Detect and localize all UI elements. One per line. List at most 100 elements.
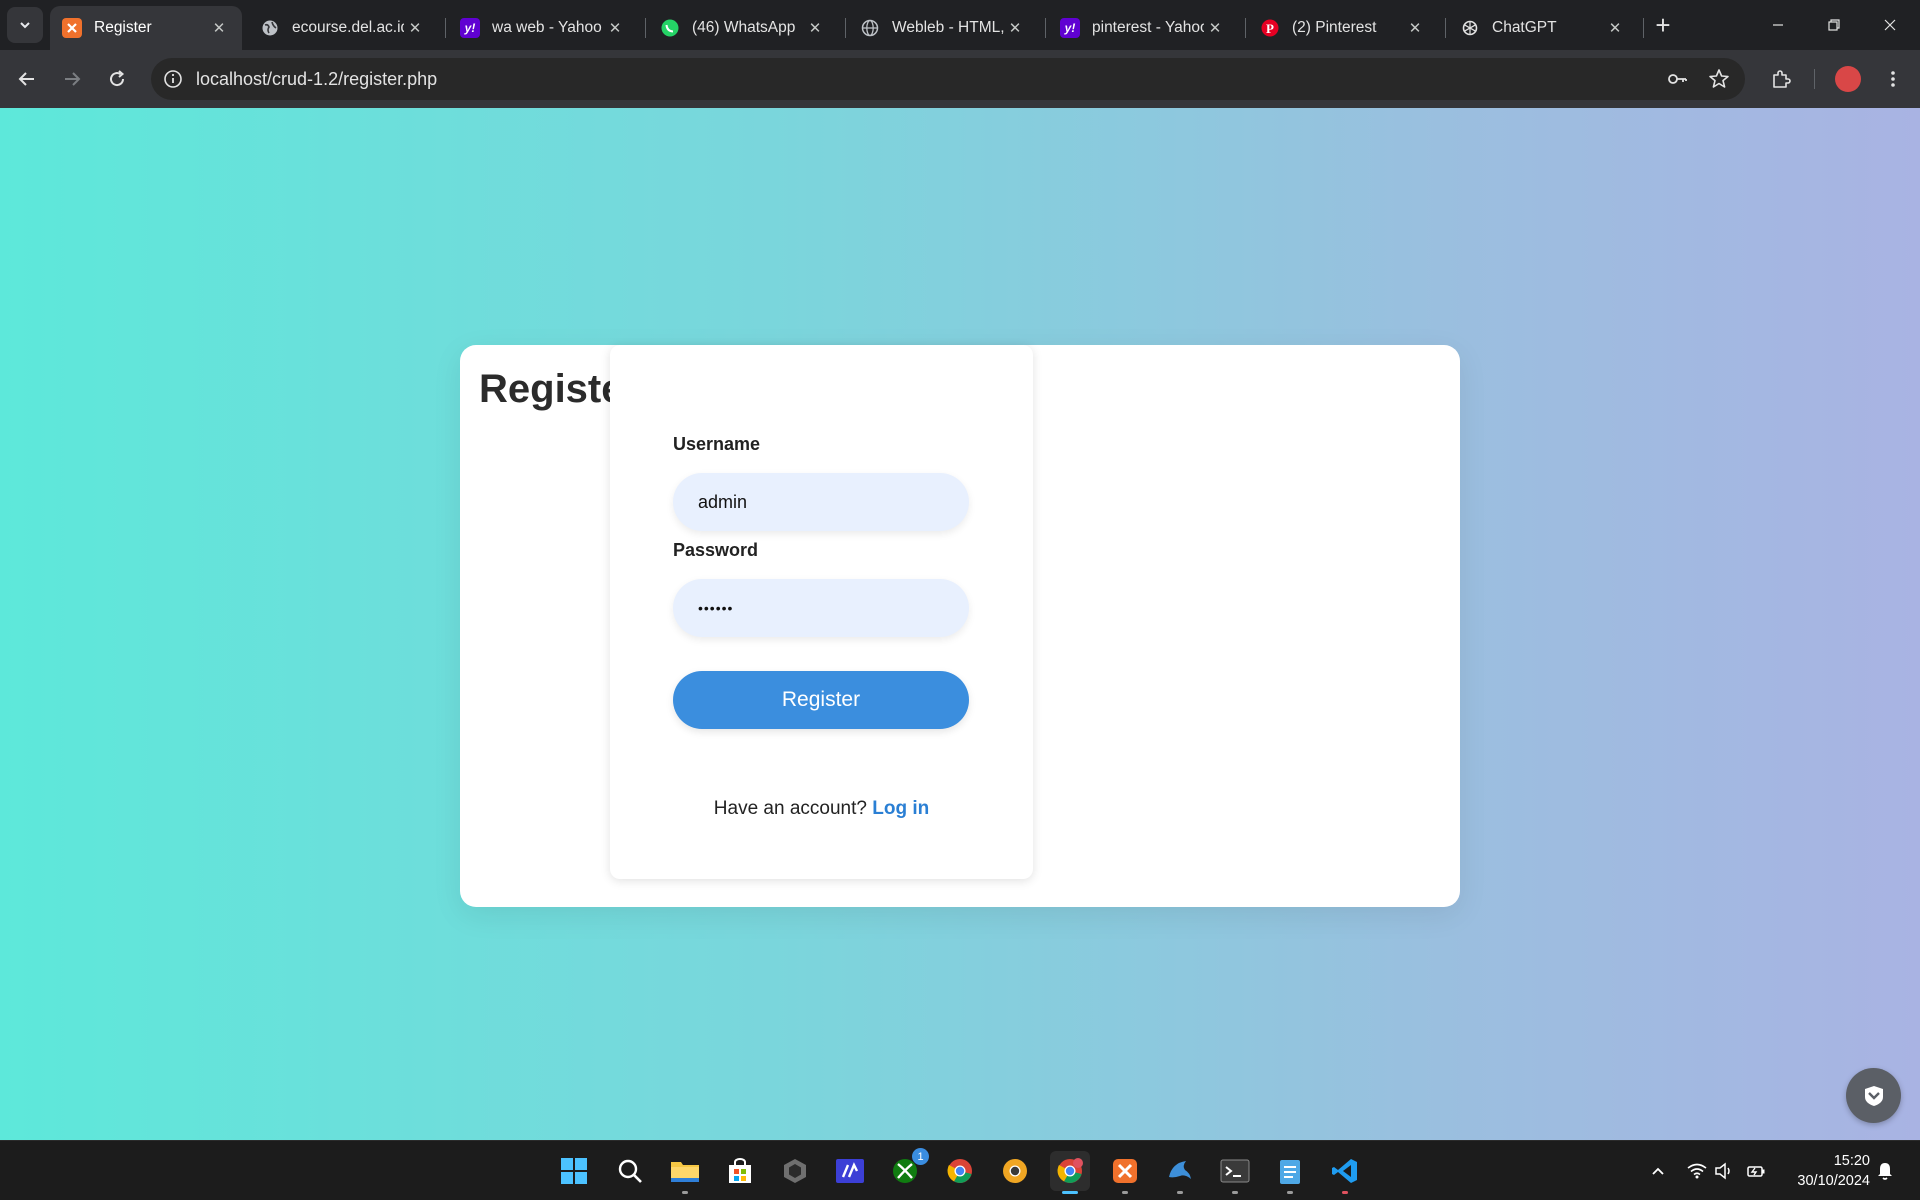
close-icon[interactable]: ✕	[804, 17, 826, 39]
terminal-icon[interactable]	[1215, 1151, 1255, 1194]
register-button[interactable]: Register	[673, 671, 969, 729]
close-icon[interactable]: ✕	[1604, 17, 1626, 39]
page-title: Registe	[479, 367, 624, 411]
star-icon[interactable]	[1707, 67, 1731, 91]
running-indicator	[1122, 1191, 1128, 1194]
clock-time: 15:20	[1833, 1153, 1870, 1169]
close-icon[interactable]: ✕	[1404, 17, 1426, 39]
password-label: Password	[673, 540, 759, 560]
restore-button[interactable]	[1806, 0, 1862, 50]
login-link[interactable]: Log in	[872, 798, 929, 819]
tab-register[interactable]: Register ✕	[50, 6, 242, 50]
tab-title: (2) Pinterest	[1292, 19, 1377, 36]
minimize-button[interactable]	[1750, 0, 1806, 50]
floating-extension-button[interactable]	[1846, 1068, 1901, 1123]
new-tab-button[interactable]: +	[1648, 10, 1678, 40]
tab-search-button[interactable]	[7, 7, 43, 43]
tab-divider	[445, 18, 446, 38]
menu-button[interactable]	[1875, 61, 1911, 97]
xampp-icon[interactable]	[1105, 1151, 1145, 1194]
wifi-icon[interactable]	[1686, 1160, 1708, 1182]
notification-badge: 1	[912, 1148, 929, 1165]
close-icon[interactable]: ✕	[208, 17, 230, 39]
tab-title: Webleb - HTML,	[892, 19, 1004, 36]
search-icon[interactable]	[610, 1151, 650, 1191]
key-icon[interactable]	[1665, 67, 1689, 91]
url-text[interactable]: localhost/crud-1.2/register.php	[196, 69, 437, 90]
svg-text:P: P	[1266, 21, 1274, 36]
tab-title: (46) WhatsApp	[692, 19, 796, 36]
battery-icon[interactable]	[1745, 1160, 1767, 1182]
microsoft-store-icon[interactable]	[720, 1151, 760, 1191]
username-input[interactable]: admin	[673, 473, 969, 531]
tab-yahoo-wa[interactable]: y! wa web - Yahoo S ✕	[448, 6, 638, 50]
tab-divider	[645, 18, 646, 38]
extensions-button[interactable]	[1763, 61, 1799, 97]
tab-ecourse[interactable]: ecourse.del.ac.id ✕	[248, 6, 438, 50]
address-bar[interactable]: localhost/crud-1.2/register.php	[151, 58, 1745, 100]
windows-start-icon[interactable]	[554, 1151, 594, 1191]
vscode-icon[interactable]	[1325, 1151, 1365, 1194]
yahoo-icon: y!	[1060, 18, 1080, 38]
mysql-workbench-icon[interactable]	[1160, 1151, 1200, 1194]
minimize-icon	[1773, 24, 1783, 26]
reload-button[interactable]	[99, 61, 135, 97]
tab-divider	[1245, 18, 1246, 38]
clock-date: 30/10/2024	[1797, 1173, 1870, 1189]
register-form: Username admin Password •••••• Register …	[610, 345, 1033, 879]
chrome-icon[interactable]	[940, 1151, 980, 1191]
globe-icon	[260, 18, 280, 38]
running-indicator	[1177, 1191, 1183, 1194]
tab-title: wa web - Yahoo S	[492, 19, 604, 36]
tab-title: pinterest - Yahoo	[1092, 19, 1204, 36]
tab-divider	[1643, 18, 1644, 38]
pinterest-icon: P	[1260, 18, 1280, 38]
volume-icon[interactable]	[1713, 1160, 1735, 1182]
notepad-icon[interactable]	[1270, 1151, 1310, 1194]
tab-title: Register	[94, 19, 152, 36]
running-indicator	[1342, 1191, 1348, 1194]
system-clock[interactable]: 15:20 30/10/2024	[1776, 1151, 1870, 1191]
unity-icon[interactable]	[775, 1151, 815, 1191]
more-vertical-icon	[1891, 71, 1895, 87]
whatsapp-icon	[660, 18, 680, 38]
site-info-icon[interactable]	[162, 68, 184, 90]
page-viewport: Registe Username admin Password •••••• R…	[0, 108, 1920, 1140]
tab-whatsapp[interactable]: (46) WhatsApp ✕	[648, 6, 838, 50]
avatar[interactable]	[1835, 66, 1861, 92]
visual-studio-icon[interactable]	[830, 1151, 870, 1191]
tab-strip: Register ✕ ecourse.del.ac.id ✕ y! wa web…	[0, 0, 1920, 50]
chevron-up-icon[interactable]	[1647, 1160, 1669, 1182]
xbox-icon[interactable]: 1	[885, 1148, 929, 1191]
puzzle-icon	[1773, 70, 1791, 88]
chrome-profile-icon[interactable]	[1050, 1151, 1090, 1194]
tab-chatgpt[interactable]: ChatGPT ✕	[1448, 6, 1638, 50]
close-icon[interactable]: ✕	[1004, 17, 1026, 39]
arrow-right-icon	[65, 72, 81, 86]
close-icon[interactable]: ✕	[604, 17, 626, 39]
forward-button[interactable]	[54, 61, 90, 97]
running-indicator	[1232, 1191, 1238, 1194]
tab-title: ecourse.del.ac.id	[292, 19, 404, 36]
file-explorer-icon[interactable]	[665, 1151, 705, 1194]
back-button[interactable]	[9, 61, 45, 97]
tab-pinterest[interactable]: P (2) Pinterest ✕	[1248, 6, 1438, 50]
tab-yahoo-pinterest[interactable]: y! pinterest - Yahoo ✕	[1048, 6, 1238, 50]
close-icon[interactable]: ✕	[1204, 17, 1226, 39]
password-input[interactable]: ••••••	[673, 579, 969, 637]
chatgpt-icon	[1460, 18, 1480, 38]
toolbar-divider	[1814, 69, 1815, 89]
tab-divider	[845, 18, 846, 38]
bell-icon[interactable]	[1874, 1160, 1896, 1182]
reload-icon	[110, 70, 125, 87]
shield-icon	[1864, 1085, 1883, 1106]
globe-icon	[860, 18, 880, 38]
running-indicator	[1287, 1191, 1293, 1194]
username-value: admin	[698, 491, 748, 512]
arrow-left-icon	[18, 72, 34, 86]
tab-webleb[interactable]: Webleb - HTML, ✕	[848, 6, 1038, 50]
tab-divider	[1445, 18, 1446, 38]
close-icon[interactable]: ✕	[404, 17, 426, 39]
close-window-button[interactable]	[1862, 0, 1918, 50]
chrome-canary-icon[interactable]	[995, 1151, 1035, 1191]
